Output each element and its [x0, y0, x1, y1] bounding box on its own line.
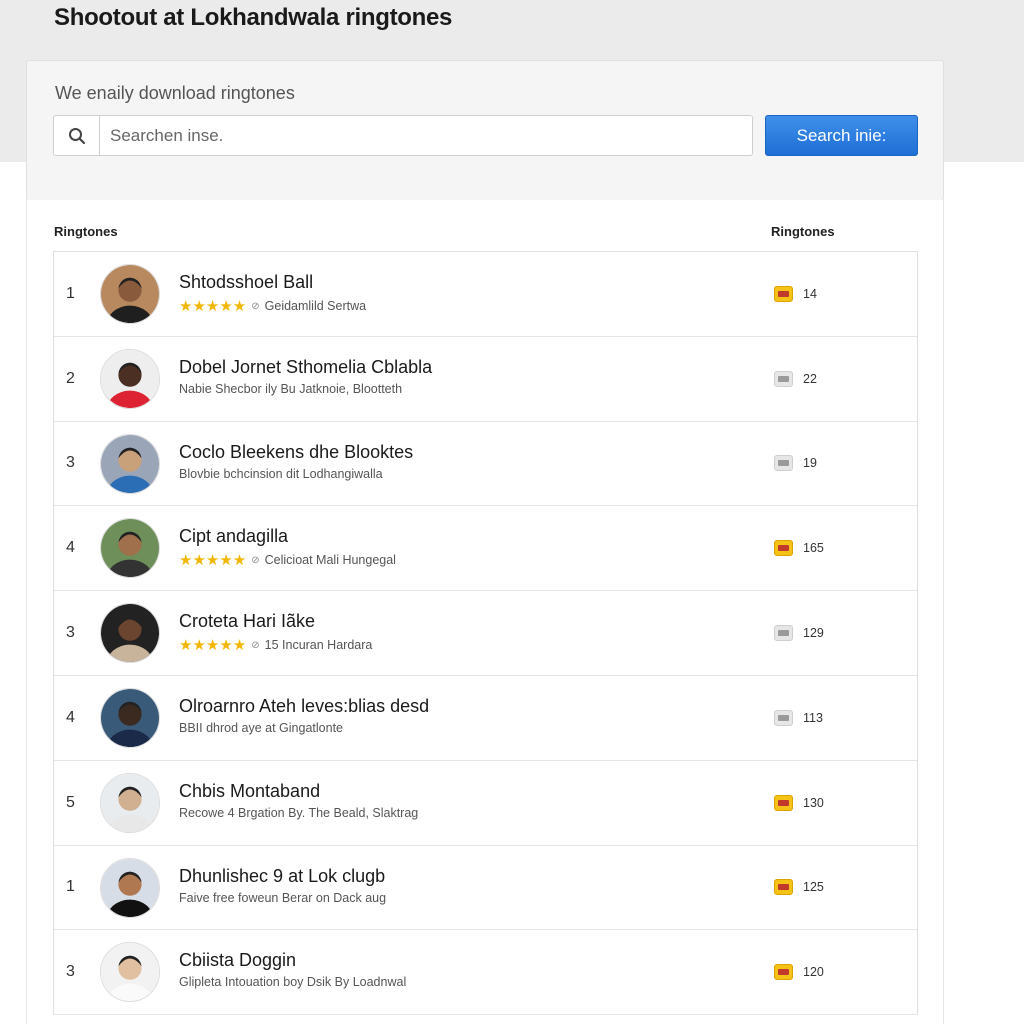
- avatar[interactable]: [100, 772, 160, 833]
- avatar[interactable]: [100, 264, 160, 324]
- ringtone-title[interactable]: Cbiista Doggin: [179, 950, 296, 971]
- separator-dot: ⊘: [251, 300, 260, 312]
- ringtone-subtitle: Celicioat Mali Hungegal: [264, 553, 396, 568]
- avatar[interactable]: [100, 433, 160, 494]
- count-value: 130: [803, 795, 824, 810]
- page-title: Shootout at Lokhandwala ringtones: [54, 4, 453, 31]
- list-item[interactable]: 5 Chbis Montaband Recowe 4 Brgation By. …: [54, 760, 917, 846]
- ringtone-meta: ★★★★★ ⊘ Celicioat Mali Hungegal: [179, 551, 396, 569]
- ringtone-table: 1 Shtodsshoel Ball ★★★★★ ⊘ Geidamlild Ser…: [53, 251, 918, 1016]
- download-count: 165: [774, 506, 824, 590]
- ringtone-badge-icon: [774, 794, 793, 811]
- search-card: We enaily download ringtones Search inie…: [26, 60, 944, 201]
- column-header-ringtones: Ringtones: [54, 224, 118, 239]
- ringtone-title[interactable]: Chbis Montaband: [179, 781, 320, 802]
- ringtone-badge-icon: [774, 879, 793, 896]
- search-icon[interactable]: [54, 116, 100, 155]
- ringtone-meta: Nabie Shecbor ily Bu Jatknoie, Blootteth: [179, 382, 402, 396]
- ringtone-meta: Recowe 4 Brgation By. The Beald, Slaktra…: [179, 806, 418, 820]
- list-item[interactable]: 3 Coclo Bleekens dhe Blooktes Blovbie bc…: [54, 421, 917, 507]
- rank-number: 4: [66, 708, 75, 726]
- ringtone-title[interactable]: Dobel Jornet Sthomelia Cblabla: [179, 357, 432, 378]
- ringtone-badge-icon: [774, 964, 793, 981]
- count-value: 14: [803, 286, 817, 301]
- avatar[interactable]: [100, 603, 160, 664]
- ringtone-subtitle: Geidamlild Sertwa: [264, 299, 367, 313]
- column-header-count: Ringtones: [771, 224, 835, 239]
- ringtone-title[interactable]: Croteta Hari Iãke: [179, 611, 315, 632]
- avatar[interactable]: [100, 518, 160, 579]
- rank-number: 5: [66, 793, 75, 811]
- rank-number: 3: [66, 454, 75, 472]
- star-rating-icon: ★★★★★: [179, 637, 247, 655]
- list-item[interactable]: 3 Croteta Hari Iãke ★★★★★ ⊘ 15 Incuran Ha…: [54, 591, 917, 676]
- download-count: 14: [774, 252, 817, 336]
- ringtone-badge-icon: [774, 285, 793, 302]
- rank-number: 3: [66, 624, 75, 642]
- ringtone-meta: Blovbie bchcinsion dit Lodhangiwalla: [179, 467, 383, 481]
- download-count: 19: [774, 422, 817, 506]
- star-rating-icon: ★★★★★: [179, 552, 247, 570]
- ringtone-subtitle: Faive free foweun Berar on Dack aug: [179, 890, 387, 905]
- ringtone-list-panel: Ringtones Ringtones 1 Shtodsshoel Ball ★…: [26, 200, 944, 1024]
- ringtone-badge-icon: [774, 370, 793, 387]
- ringtone-badge-icon: [774, 625, 793, 642]
- ringtone-meta: Glipleta Intouation boy Dsik By Loadnwal: [179, 975, 406, 989]
- ringtone-subtitle: BBII dhrod aye at Gingatlonte: [179, 720, 343, 735]
- star-rating-icon: ★★★★★: [179, 298, 247, 315]
- ringtone-meta: BBII dhrod aye at Gingatlonte: [179, 721, 343, 735]
- ringtone-title[interactable]: Dhunlishec 9 at Lok clugb: [179, 866, 385, 887]
- ringtone-badge-icon: [774, 455, 793, 472]
- search-box[interactable]: [53, 115, 753, 156]
- ringtone-meta: ★★★★★ ⊘ 15 Incuran Hardara: [179, 636, 372, 654]
- count-value: 19: [803, 456, 817, 471]
- count-value: 120: [803, 965, 824, 980]
- list-item[interactable]: 1 Shtodsshoel Ball ★★★★★ ⊘ Geidamlild Ser…: [54, 252, 917, 337]
- avatar[interactable]: [100, 348, 160, 409]
- ringtone-subtitle: Glipleta Intouation boy Dsik By Loadnwal: [179, 975, 407, 990]
- search-input[interactable]: [100, 116, 752, 155]
- count-value: 22: [803, 371, 817, 386]
- list-item[interactable]: 2 Dobel Jornet Sthomelia Cblabla Nabie S…: [54, 336, 917, 422]
- ringtone-subtitle: Recowe 4 Brgation By. The Beald, Slaktra…: [179, 805, 419, 820]
- download-count: 130: [774, 761, 824, 845]
- separator-dot: ⊘: [251, 639, 260, 651]
- rank-number: 1: [66, 284, 75, 302]
- ringtone-subtitle: Blovbie bchcinsion dit Lodhangiwalla: [179, 466, 383, 481]
- download-count: 22: [774, 337, 817, 421]
- rank-number: 1: [66, 878, 75, 896]
- ringtone-title[interactable]: Coclo Bleekens dhe Blooktes: [179, 442, 413, 463]
- list-item[interactable]: 4 Cipt andagilla ★★★★★ ⊘ Celicioat Mali H…: [54, 506, 917, 592]
- ringtone-meta: Faive free foweun Berar on Dack aug: [179, 891, 386, 905]
- download-count: 113: [774, 676, 823, 760]
- count-value: 129: [803, 626, 824, 641]
- ringtone-meta: ★★★★★ ⊘ Geidamlild Sertwa: [179, 297, 366, 315]
- list-item[interactable]: 1 Dhunlishec 9 at Lok clugb Faive free f…: [54, 845, 917, 931]
- avatar[interactable]: [100, 942, 160, 1003]
- download-count: 125: [774, 846, 824, 930]
- ringtone-title[interactable]: Cipt andagilla: [179, 526, 288, 547]
- ringtone-title[interactable]: Olroarnro Ateh leves:blias desd: [179, 696, 429, 717]
- ringtone-subtitle: 15 Incuran Hardara: [264, 638, 373, 653]
- list-item[interactable]: 4 Olroarnro Ateh leves:blias desd BBII d…: [54, 675, 917, 761]
- download-count: 120: [774, 930, 824, 1014]
- rank-number: 3: [66, 963, 75, 981]
- count-value: 125: [803, 880, 824, 895]
- ringtone-title[interactable]: Shtodsshoel Ball: [179, 272, 313, 293]
- separator-dot: ⊘: [251, 554, 260, 566]
- count-value: 113: [803, 710, 823, 725]
- rank-number: 4: [66, 539, 75, 557]
- count-value: 165: [803, 541, 824, 556]
- download-count: 129: [774, 591, 824, 675]
- search-button[interactable]: Search inie:: [765, 115, 918, 156]
- rank-number: 2: [66, 369, 75, 387]
- ringtone-subtitle: Nabie Shecbor ily Bu Jatknoie, Blootteth: [179, 381, 403, 396]
- list-item[interactable]: 3 Cbiista Doggin Glipleta Intouation boy…: [54, 930, 917, 1016]
- avatar[interactable]: [100, 857, 160, 918]
- avatar[interactable]: [100, 687, 160, 748]
- ringtone-badge-icon: [774, 709, 793, 726]
- ringtone-badge-icon: [774, 540, 793, 557]
- search-heading: We enaily download ringtones: [55, 83, 295, 103]
